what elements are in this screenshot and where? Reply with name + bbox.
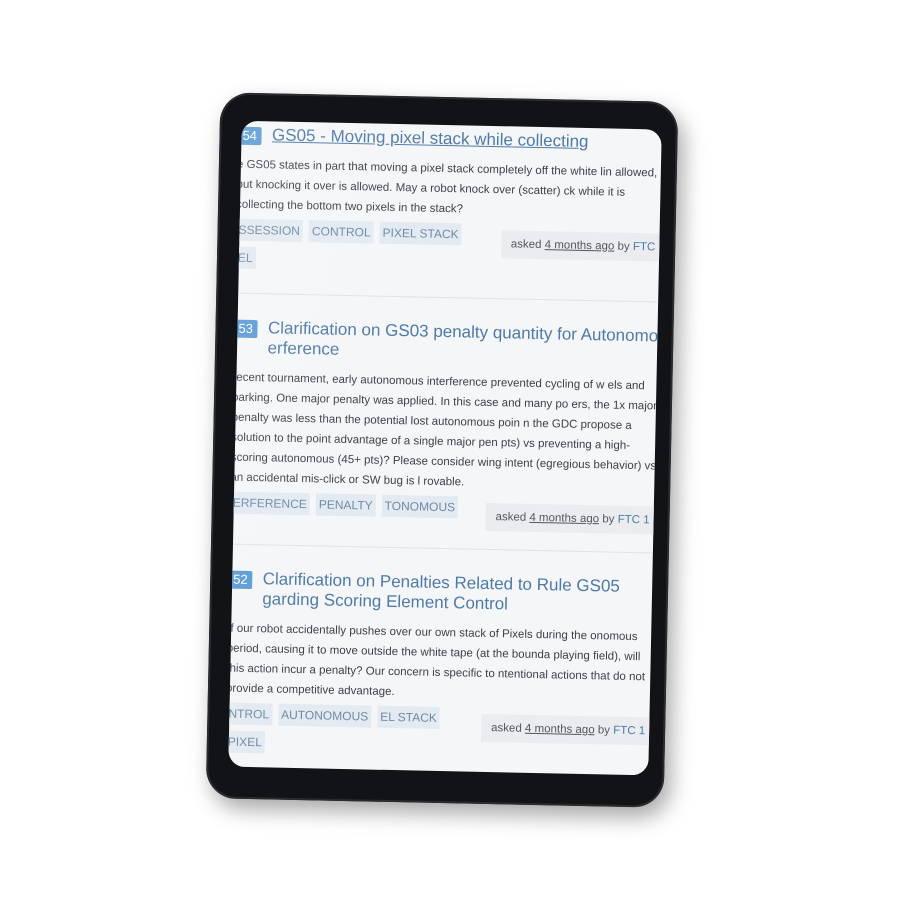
question-item: 54 GS05 - Moving pixel stack while colle… — [228, 120, 662, 303]
tag[interactable]: PIXEL — [228, 730, 266, 754]
tablet-screen: 54 GS05 - Moving pixel stack while colle… — [228, 120, 662, 776]
asked-meta: asked 4 months ago by FTC 1 — [480, 713, 656, 746]
tag[interactable]: NTROL — [228, 702, 273, 726]
asked-label: asked — [510, 238, 542, 252]
asked-label: asked — [490, 722, 522, 735]
question-body: e GS05 states in part that moving a pixe… — [235, 158, 658, 216]
question-title-link[interactable]: GS05 - Moving pixel stack while collecti… — [272, 125, 662, 153]
tablet-device: 54 GS05 - Moving pixel stack while colle… — [205, 92, 679, 808]
question-footer: ERFERENCE PENALTY TONOMOUS asked 4 month… — [229, 491, 660, 535]
asked-time-link[interactable]: 4 months ago — [525, 723, 595, 736]
question-number-badge: 54 — [237, 126, 263, 146]
tag[interactable]: PIXEL STACK — [379, 221, 462, 246]
question-body: recent tournament, early autonomous inte… — [230, 371, 658, 489]
user-link[interactable]: FTC — [633, 241, 656, 253]
question-header: 53 Clarification on GS03 penalty quantit… — [233, 318, 662, 367]
question-item: 53 Clarification on GS03 penalty quantit… — [228, 307, 662, 554]
tag[interactable]: EL — [234, 246, 256, 270]
tag-list: ERFERENCE PENALTY TONOMOUS — [229, 491, 480, 525]
by-label: by — [617, 240, 630, 253]
question-footer: SSESSION CONTROL PIXEL STACK EL asked 4 … — [234, 218, 662, 284]
question-feed: 54 GS05 - Moving pixel stack while colle… — [228, 120, 662, 776]
tag[interactable]: AUTONOMOUS — [277, 703, 372, 728]
tag[interactable]: CONTROL — [308, 220, 374, 244]
question-number-badge: 52 — [228, 570, 253, 590]
asked-meta: asked 4 months ago by FTC 1 — [485, 502, 660, 535]
question-header: 54 GS05 - Moving pixel stack while colle… — [237, 125, 661, 154]
tag[interactable]: EL STACK — [376, 705, 441, 730]
tag[interactable]: ERFERENCE — [229, 491, 311, 516]
question-footer: NTROL AUTONOMOUS EL STACK PIXEL asked 4 … — [228, 702, 656, 768]
tag-list: SSESSION CONTROL PIXEL STACK EL — [234, 218, 486, 280]
question-header: 52 Clarification on Penalties Related to… — [228, 569, 658, 618]
by-label: by — [602, 513, 615, 526]
tag[interactable]: TONOMOUS — [381, 494, 459, 519]
asked-label: asked — [495, 511, 527, 524]
asked-time-link[interactable]: 4 months ago — [545, 239, 615, 252]
question-item: 52 Clarification on Penalties Related to… — [228, 558, 658, 775]
tag-list: NTROL AUTONOMOUS EL STACK PIXEL — [228, 702, 475, 764]
question-title-link[interactable]: Clarification on GS03 penalty quantity f… — [267, 318, 661, 366]
asked-meta: asked 4 months ago by FTC — [500, 230, 662, 262]
question-title-link[interactable]: Clarification on Penalties Related to Ru… — [262, 569, 658, 617]
question-body: If our robot accidentally pushes over ou… — [228, 622, 646, 699]
by-label: by — [597, 724, 611, 737]
question-number-badge: 53 — [233, 319, 259, 339]
user-link[interactable]: FTC 1 — [618, 514, 650, 527]
tag[interactable]: SSESSION — [235, 218, 304, 243]
user-link[interactable]: FTC 1 — [613, 725, 645, 738]
asked-time-link[interactable]: 4 months ago — [529, 512, 599, 525]
tag[interactable]: PENALTY — [315, 493, 376, 517]
